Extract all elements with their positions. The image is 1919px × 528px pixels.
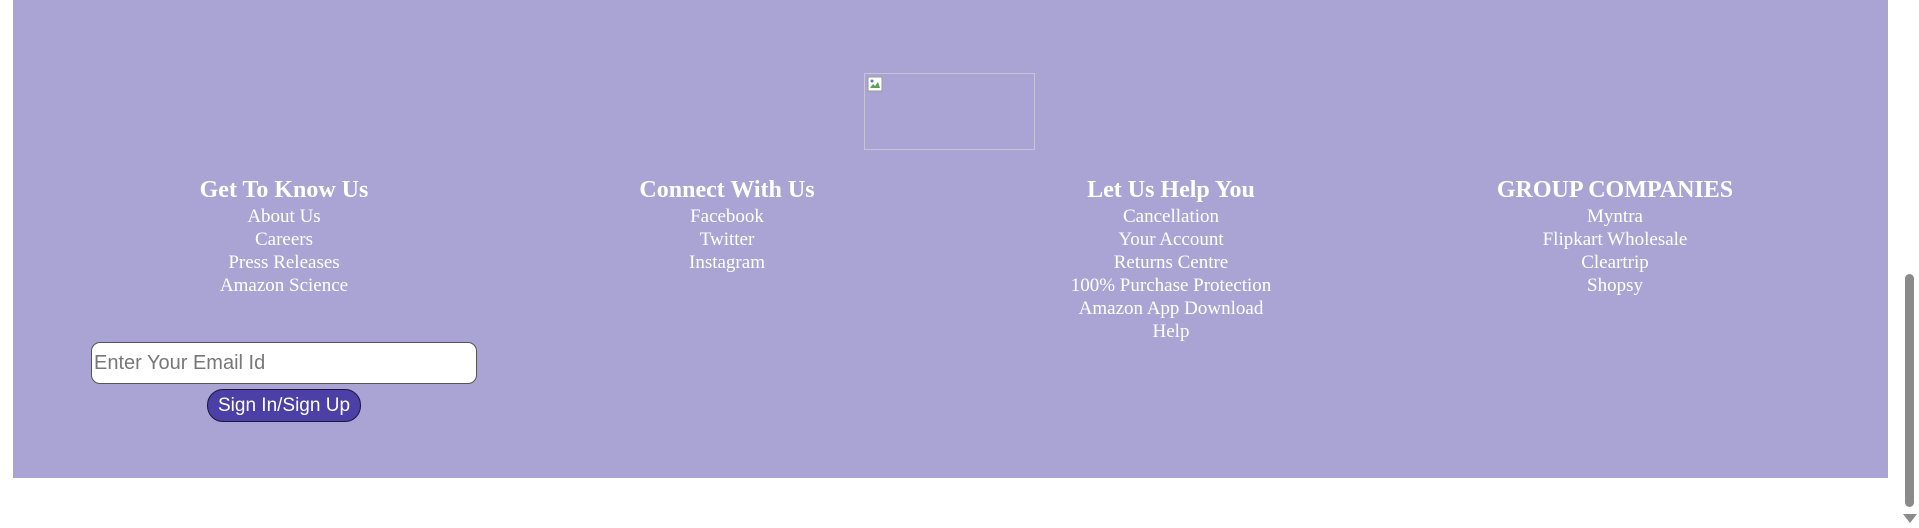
footer-link-list: Myntra Flipkart Wholesale Cleartrip Shop… (1435, 205, 1795, 297)
footer-link-about-us[interactable]: About Us (104, 205, 464, 228)
footer-link-list: About Us Careers Press Releases Amazon S… (104, 205, 464, 297)
footer-column-title: Get To Know Us (199, 177, 369, 203)
footer-link-twitter[interactable]: Twitter (547, 228, 907, 251)
footer-link-cancellation[interactable]: Cancellation (991, 205, 1351, 228)
footer-link-purchase-protection[interactable]: 100% Purchase Protection (991, 274, 1351, 297)
footer-link-instagram[interactable]: Instagram (547, 251, 907, 274)
footer-link-shopsy[interactable]: Shopsy (1435, 274, 1795, 297)
scrollbar-thumb[interactable] (1905, 274, 1914, 507)
footer-link-app-download[interactable]: Amazon App Download (991, 297, 1351, 320)
footer-link-careers[interactable]: Careers (104, 228, 464, 251)
footer-link-press-releases[interactable]: Press Releases (104, 251, 464, 274)
footer-column-title: Let Us Help You (1087, 177, 1255, 203)
footer-column-group-companies: GROUP COMPANIES Myntra Flipkart Wholesal… (1435, 175, 1795, 297)
email-input[interactable] (91, 342, 477, 384)
site-footer: Get To Know Us About Us Careers Press Re… (13, 0, 1888, 478)
footer-link-help[interactable]: Help (991, 320, 1351, 343)
footer-column-let-us-help-you: Let Us Help You Cancellation Your Accoun… (991, 175, 1351, 343)
broken-image-icon (867, 76, 883, 92)
footer-link-list: Facebook Twitter Instagram (547, 205, 907, 274)
footer-column-title: GROUP COMPANIES (1496, 177, 1734, 203)
footer-link-flipkart-wholesale[interactable]: Flipkart Wholesale (1435, 228, 1795, 251)
footer-link-facebook[interactable]: Facebook (547, 205, 907, 228)
footer-link-returns-centre[interactable]: Returns Centre (991, 251, 1351, 274)
footer-column-title: Connect With Us (639, 177, 815, 203)
footer-column-get-to-know-us: Get To Know Us About Us Careers Press Re… (104, 175, 464, 297)
footer-link-your-account[interactable]: Your Account (991, 228, 1351, 251)
page-scrollbar[interactable] (1900, 0, 1919, 528)
footer-link-list: Cancellation Your Account Returns Centre… (991, 205, 1351, 343)
footer-link-myntra[interactable]: Myntra (1435, 205, 1795, 228)
sign-in-sign-up-button[interactable]: Sign In/Sign Up (207, 389, 361, 422)
footer-link-cleartrip[interactable]: Cleartrip (1435, 251, 1795, 274)
scroll-down-arrow-icon[interactable] (1903, 514, 1917, 523)
footer-link-amazon-science[interactable]: Amazon Science (104, 274, 464, 297)
footer-column-connect-with-us: Connect With Us Facebook Twitter Instagr… (547, 175, 907, 274)
footer-logo-image (864, 73, 1035, 150)
